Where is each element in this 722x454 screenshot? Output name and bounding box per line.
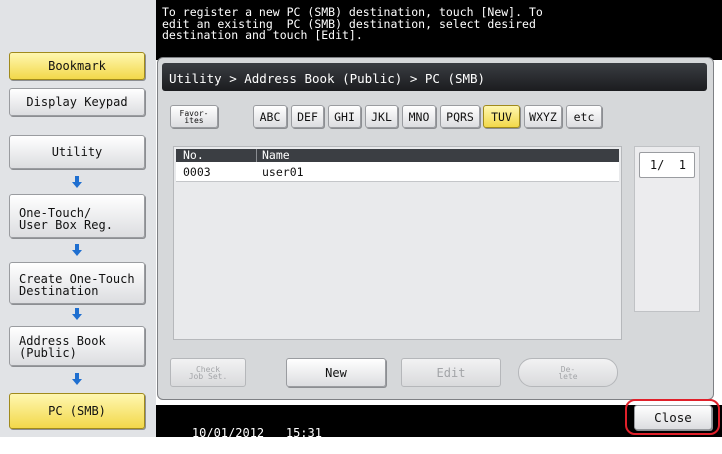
- down-arrow-icon: [72, 176, 82, 188]
- close-highlight: Close: [625, 399, 720, 435]
- check-job-set-button[interactable]: Check Job Set.: [170, 358, 246, 387]
- nav-utility-label: Utility: [51, 145, 103, 159]
- favorites-label-2: ites: [184, 115, 204, 125]
- delete-button[interactable]: De- lete: [518, 358, 618, 387]
- index-tab-favorites[interactable]: Favor- ites: [170, 105, 218, 128]
- down-arrow-icon: [72, 308, 82, 320]
- check-label-2: Job Set.: [188, 371, 228, 381]
- nav-create-one-touch-button[interactable]: Create One-Touch Destination: [9, 262, 145, 304]
- nav-pc-smb-label: PC (SMB): [48, 404, 106, 418]
- breadcrumb: Utility > Address Book (Public) > PC (SM…: [162, 63, 707, 91]
- nav-utility-button[interactable]: Utility: [9, 135, 145, 169]
- index-tab-pqrs[interactable]: PQRS: [440, 105, 480, 128]
- table-row[interactable]: 0003 user01: [176, 162, 619, 182]
- index-tab-jkl[interactable]: JKL: [365, 105, 398, 128]
- edit-label: Edit: [436, 365, 466, 380]
- display-keypad-button[interactable]: Display Keypad: [9, 88, 145, 116]
- app-screen: Bookmark Display Keypad Utility One-Touc…: [0, 0, 722, 440]
- index-tab-label: DEF: [297, 109, 318, 124]
- index-tab-mno[interactable]: MNO: [402, 105, 436, 128]
- index-tab-label: WXYZ: [529, 109, 557, 124]
- instruction-message: To register a new PC (SMB) destination, …: [156, 0, 722, 60]
- display-keypad-label: Display Keypad: [26, 95, 128, 109]
- nav-address-book-button[interactable]: Address Book (Public): [9, 326, 145, 366]
- page-indicator: 1/ 1: [639, 152, 695, 178]
- index-tab-label: PQRS: [446, 109, 474, 124]
- nav-one-touch-button[interactable]: One-Touch/ User Box Reg.: [9, 194, 145, 238]
- new-label: New: [325, 365, 347, 380]
- close-label: Close: [654, 409, 692, 425]
- column-divider: [256, 149, 257, 162]
- index-tab-def[interactable]: DEF: [291, 105, 324, 128]
- left-nav: Bookmark Display Keypad Utility One-Touc…: [0, 0, 156, 437]
- bookmark-button[interactable]: Bookmark: [9, 52, 145, 80]
- index-tab-ghi[interactable]: GHI: [328, 105, 361, 128]
- column-header-name: Name: [262, 148, 290, 162]
- down-arrow-icon: [72, 373, 82, 385]
- nav-one-touch-label-2: User Box Reg.: [19, 218, 113, 232]
- column-header-no: No.: [183, 148, 204, 162]
- main-panel: Utility > Address Book (Public) > PC (SM…: [157, 57, 714, 400]
- pager: 1/ 1: [634, 146, 700, 312]
- message-line-3: destination and touch [Edit].: [162, 28, 363, 42]
- index-tab-label: MNO: [408, 109, 430, 124]
- status-date: 10/01/2012: [191, 426, 265, 440]
- row-name: user01: [262, 165, 304, 179]
- index-tab-label: ABC: [259, 109, 281, 124]
- index-tab-wxyz[interactable]: WXYZ: [524, 105, 562, 128]
- new-button[interactable]: New: [286, 358, 386, 387]
- row-no: 0003: [183, 165, 211, 179]
- bookmark-label: Bookmark: [48, 59, 106, 73]
- nav-pc-smb-button[interactable]: PC (SMB): [9, 393, 145, 429]
- delete-label-2: lete: [558, 371, 578, 381]
- down-arrow-icon: [72, 244, 82, 256]
- destination-list: No. Name 0003 user01: [173, 146, 622, 340]
- status-time: 15:31: [285, 426, 322, 440]
- index-tab-label: TUV: [491, 109, 512, 124]
- index-tab-abc[interactable]: ABC: [253, 105, 287, 128]
- index-tab-label: JKL: [371, 109, 392, 124]
- list-header: No. Name: [176, 149, 619, 162]
- nav-address-label-2: (Public): [19, 346, 77, 360]
- edit-button[interactable]: Edit: [401, 358, 501, 387]
- index-tab-label: GHI: [334, 109, 355, 124]
- close-button[interactable]: Close: [634, 405, 712, 430]
- index-tab-label: etc: [573, 109, 595, 124]
- index-tab-tuv[interactable]: TUV: [483, 105, 520, 128]
- nav-create-label-2: Destination: [19, 284, 99, 298]
- index-tab-etc[interactable]: etc: [566, 105, 602, 128]
